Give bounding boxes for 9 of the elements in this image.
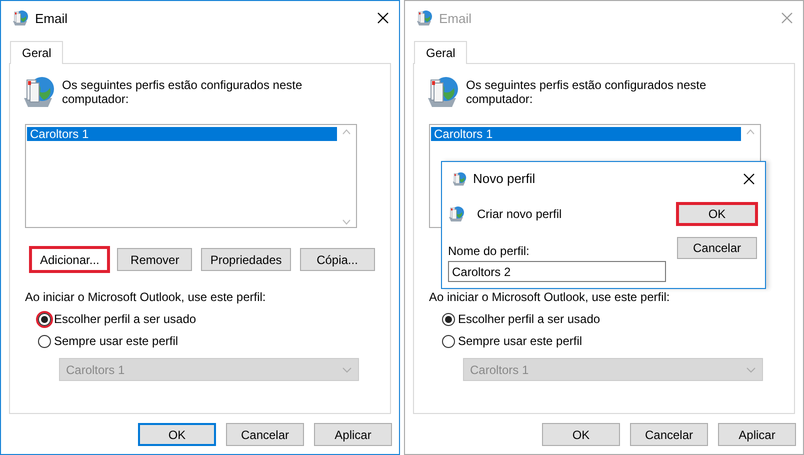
- window-title: Email: [35, 10, 68, 26]
- heading-text: Criar novo perfil: [477, 207, 562, 221]
- intro-text: Os seguintes perfis estão configurados neste computador:: [62, 78, 304, 106]
- field-label: Nome do perfil:: [448, 244, 530, 258]
- window-title: Email: [439, 10, 472, 26]
- intro-text: Os seguintes perfis estão configurados neste computador:: [466, 78, 708, 106]
- startup-label: Ao iniciar o Microsoft Outlook, use este perfil:: [429, 290, 671, 304]
- dialog-title: Novo perfil: [473, 171, 536, 186]
- startup-label: Ao iniciar o Microsoft Outlook, use este perfil:: [25, 290, 267, 304]
